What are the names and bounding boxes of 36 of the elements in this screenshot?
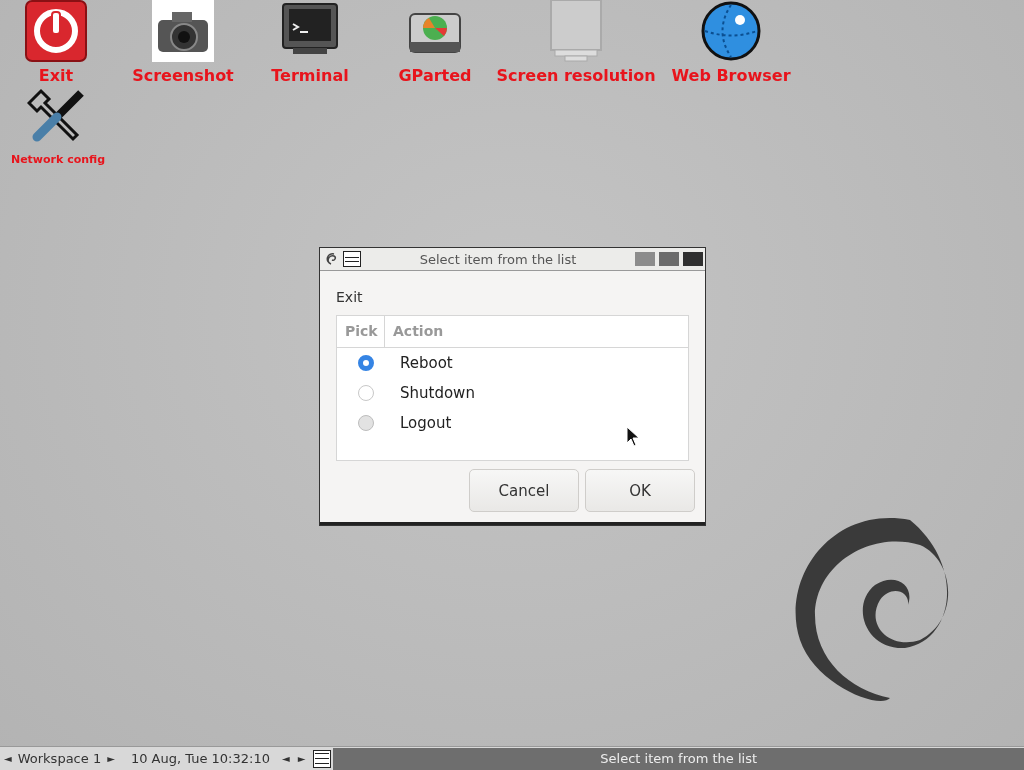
previous-task-button[interactable]: ◄	[277, 753, 294, 764]
maximize-button[interactable]	[659, 252, 679, 266]
desktop-shortcut[interactable]: Network config	[6, 85, 110, 166]
desktop-shortcut[interactable]: Web Browser	[666, 0, 796, 85]
column-header[interactable]: Pick	[337, 316, 385, 347]
camera-icon	[152, 0, 214, 62]
desktop-shortcut[interactable]: Exit	[6, 0, 106, 85]
radio-button[interactable]	[357, 415, 374, 431]
desktop-shortcut[interactable]: GParted	[390, 0, 480, 85]
close-button[interactable]	[683, 252, 703, 266]
desktop-shortcut[interactable]: Screenshot	[128, 0, 238, 85]
globe-icon	[700, 0, 762, 62]
next-workspace-button[interactable]: ►	[103, 753, 119, 764]
previous-workspace-button[interactable]: ◄	[0, 753, 16, 764]
column-header[interactable]: Action	[385, 316, 444, 347]
desktop-shortcut[interactable]: Screen resolution	[490, 0, 662, 85]
dialog-button[interactable]: OK	[585, 469, 695, 512]
desktop-shortcut[interactable]: Terminal	[260, 0, 360, 85]
taskbar-task[interactable]: Select item from the list	[333, 747, 1024, 770]
list-item[interactable]: Shutdown	[400, 384, 475, 402]
next-task-button[interactable]: ►	[293, 753, 310, 764]
window-menu-icon[interactable]	[343, 251, 361, 267]
cursor-icon	[626, 426, 640, 448]
prompt-label: Exit	[336, 289, 364, 305]
radio-button[interactable]	[357, 385, 374, 401]
dialog-button[interactable]: Cancel	[469, 469, 579, 512]
power-icon	[25, 0, 87, 62]
swirl-icon	[325, 252, 339, 266]
workspace-label: Workspace 1	[17, 751, 102, 766]
window-title: Select item from the list	[418, 251, 578, 267]
list-item[interactable]: Logout	[400, 414, 452, 432]
list-item[interactable]: Reboot	[400, 354, 453, 372]
clock: 10 Aug, Tue 10:32:10	[130, 751, 270, 766]
radio-button[interactable]	[357, 355, 374, 371]
window-list-icon[interactable]	[313, 749, 332, 768]
minimize-button[interactable]	[635, 252, 655, 266]
